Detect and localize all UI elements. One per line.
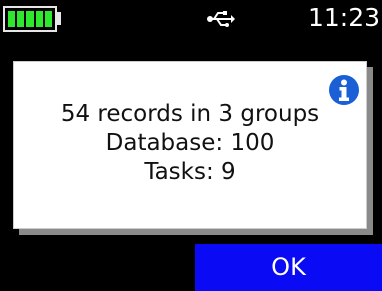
battery-cell (8, 11, 16, 27)
device-screen: 11:23 54 records in 3 groups Database: 1… (0, 0, 382, 291)
dialog-line-tasks: Tasks: 9 (144, 159, 236, 185)
battery-cell (44, 11, 53, 27)
dialog-line-records: 54 records in 3 groups (60, 101, 320, 127)
battery-icon (3, 6, 57, 32)
battery-level (8, 11, 53, 27)
ok-button[interactable]: OK (195, 244, 382, 291)
battery-cell (26, 11, 34, 27)
usb-icon (207, 11, 235, 27)
info-dialog: 54 records in 3 groups Database: 100 Tas… (13, 61, 367, 229)
status-clock: 11:23 (307, 3, 380, 32)
battery-tip (57, 12, 61, 25)
dialog-line-database: Database: 100 (105, 130, 275, 156)
battery-cell (17, 11, 25, 27)
battery-cell (35, 11, 43, 27)
dialog-message: 54 records in 3 groups Database: 100 Tas… (14, 100, 366, 187)
